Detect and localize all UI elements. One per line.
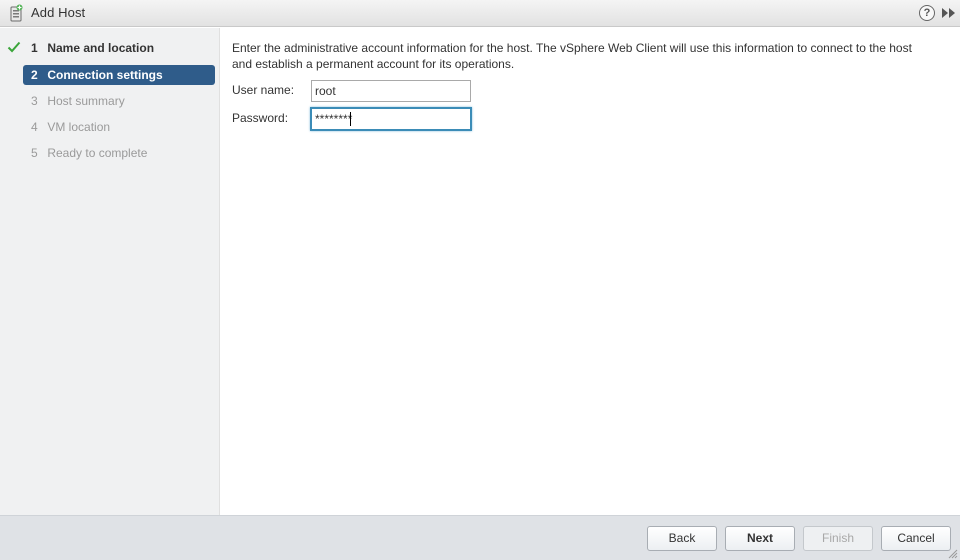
password-label: Password:	[232, 111, 289, 125]
next-button[interactable]: Next	[725, 526, 795, 551]
resize-grip-icon[interactable]	[946, 547, 958, 559]
wizard-step-name-and-location[interactable]: 1 Name and location	[23, 38, 215, 58]
step-label: Name and location	[47, 41, 155, 55]
password-input[interactable]	[310, 107, 472, 131]
dialog-title: Add Host	[31, 5, 86, 20]
connection-settings-panel: Enter the administrative account informa…	[220, 28, 960, 515]
check-icon	[7, 41, 21, 53]
step-label: Host summary	[47, 94, 125, 108]
title-bar: Add Host ?	[0, 0, 960, 27]
step-number: 4	[31, 120, 38, 134]
username-label: User name:	[232, 83, 295, 97]
help-icon[interactable]: ?	[919, 5, 935, 21]
wizard-steps-sidebar: 1 Name and location 2 Connection setting…	[0, 28, 220, 515]
wizard-footer: Back Next Finish Cancel	[0, 515, 960, 560]
instruction-line-2: and establish a permanent account for it…	[232, 57, 515, 71]
wizard-step-ready-to-complete: 5 Ready to complete	[23, 143, 215, 163]
step-number: 1	[31, 41, 38, 55]
wizard-step-connection-settings[interactable]: 2 Connection settings	[23, 65, 215, 85]
text-caret	[350, 112, 351, 126]
instruction-line-1: Enter the administrative account informa…	[232, 41, 912, 55]
instruction-text: Enter the administrative account informa…	[232, 40, 932, 72]
step-label: Ready to complete	[47, 146, 148, 160]
step-number: 3	[31, 94, 38, 108]
step-number: 2	[31, 68, 38, 82]
wizard-step-vm-location: 4 VM location	[23, 117, 215, 137]
host-add-icon	[10, 4, 23, 22]
double-chevron-right-icon[interactable]	[942, 8, 955, 18]
finish-button: Finish	[803, 526, 873, 551]
step-number: 5	[31, 146, 38, 160]
back-button[interactable]: Back	[647, 526, 717, 551]
wizard-step-host-summary: 3 Host summary	[23, 91, 215, 111]
step-label: Connection settings	[47, 68, 163, 82]
cancel-button[interactable]: Cancel	[881, 526, 951, 551]
step-label: VM location	[47, 120, 111, 134]
username-input[interactable]	[311, 80, 471, 102]
